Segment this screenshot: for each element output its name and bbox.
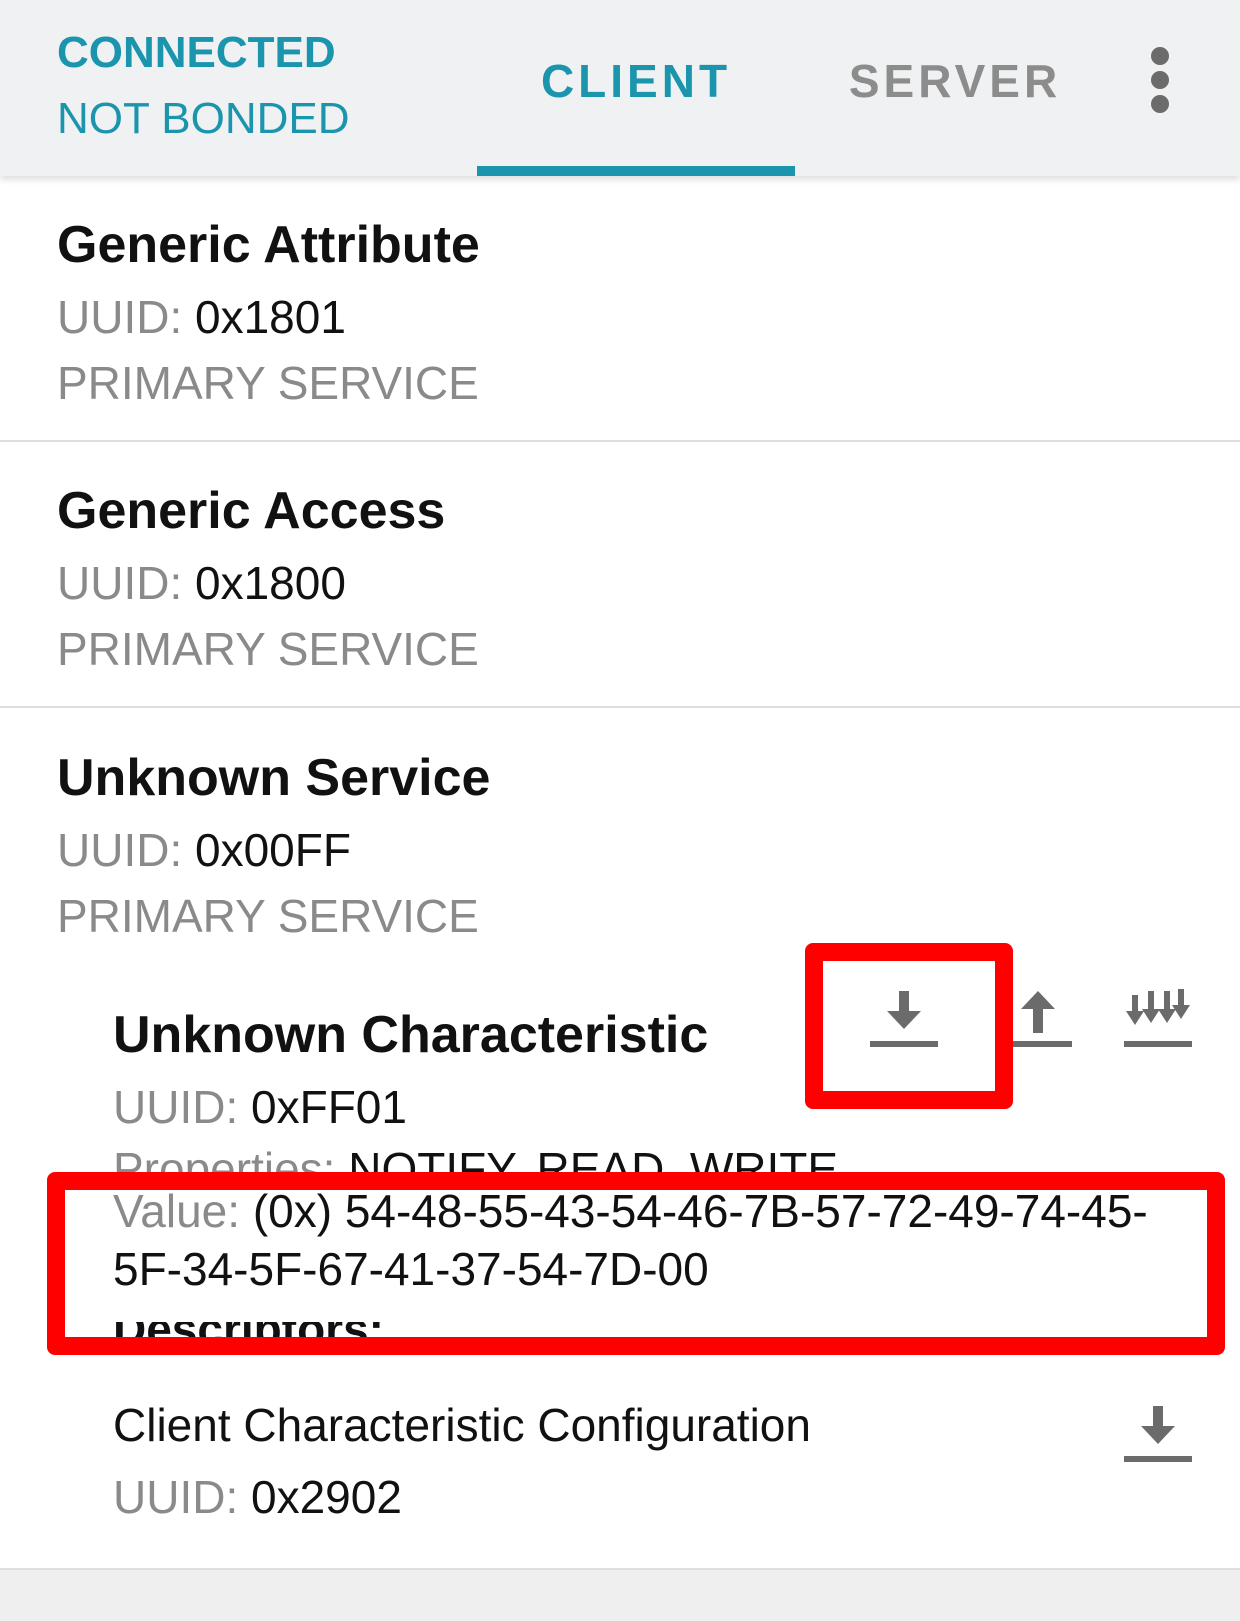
uuid-value: 0x2902 [251, 1471, 402, 1523]
uuid-label: UUID: [57, 291, 183, 343]
service-uuid-row: UUID: 0x00FF [57, 823, 351, 877]
uuid-label: UUID: [57, 824, 183, 876]
connection-status: CONNECTED NOT BONDED [57, 20, 350, 152]
properties-label: Properties: [113, 1143, 336, 1174]
uuid-value: 0x1800 [195, 557, 346, 609]
uuid-label: UUID: [57, 557, 183, 609]
uuid-value: 0x1801 [195, 291, 346, 343]
descriptor-uuid-row: UUID: 0x2902 [113, 1470, 402, 1524]
uuid-label: UUID: [113, 1471, 239, 1523]
service-type: PRIMARY SERVICE [57, 890, 479, 942]
service-generic-access[interactable]: Generic Access UUID: 0x1800 PRIMARY SERV… [0, 442, 1240, 706]
notify-icon[interactable] [1118, 985, 1198, 1065]
uuid-label: UUID: [113, 1081, 239, 1133]
app-bar: CONNECTED NOT BONDED CLIENT SERVER [0, 0, 1240, 176]
more-vert-icon[interactable] [1140, 44, 1180, 116]
descriptor-read-icon[interactable] [1118, 1400, 1198, 1480]
tab-server[interactable]: SERVER [800, 46, 1110, 116]
descriptor-name: Client Characteristic Configuration [113, 1399, 811, 1451]
properties-value: NOTIFY, READ, WRITE [348, 1143, 839, 1174]
value-highlight [47, 1172, 1225, 1355]
service-uuid-row: UUID: 0x1800 [57, 556, 346, 610]
service-name: Generic Access [57, 482, 446, 540]
uuid-value: 0x00FF [195, 824, 351, 876]
bond-state-label: NOT BONDED [57, 94, 350, 143]
tab-client[interactable]: CLIENT [477, 46, 795, 116]
service-name: Generic Attribute [57, 216, 480, 274]
uuid-value: 0xFF01 [251, 1081, 407, 1133]
service-type: PRIMARY SERVICE [57, 623, 479, 675]
characteristic-uuid-row: UUID: 0xFF01 [113, 1080, 407, 1134]
service-name: Unknown Service [57, 749, 491, 807]
list-bottom-strip [0, 1568, 1240, 1621]
characteristic-properties-row: Properties: NOTIFY, READ, WRITE [113, 1140, 838, 1174]
read-button-highlight [805, 943, 1013, 1109]
service-type: PRIMARY SERVICE [57, 357, 479, 409]
nrf-connect-screen: CONNECTED NOT BONDED CLIENT SERVER Gener… [0, 0, 1240, 1621]
connection-state-label: CONNECTED [57, 28, 336, 77]
service-uuid-row: UUID: 0x1801 [57, 290, 346, 344]
selected-tab-indicator [477, 166, 795, 176]
characteristic-name: Unknown Characteristic [113, 1006, 709, 1064]
